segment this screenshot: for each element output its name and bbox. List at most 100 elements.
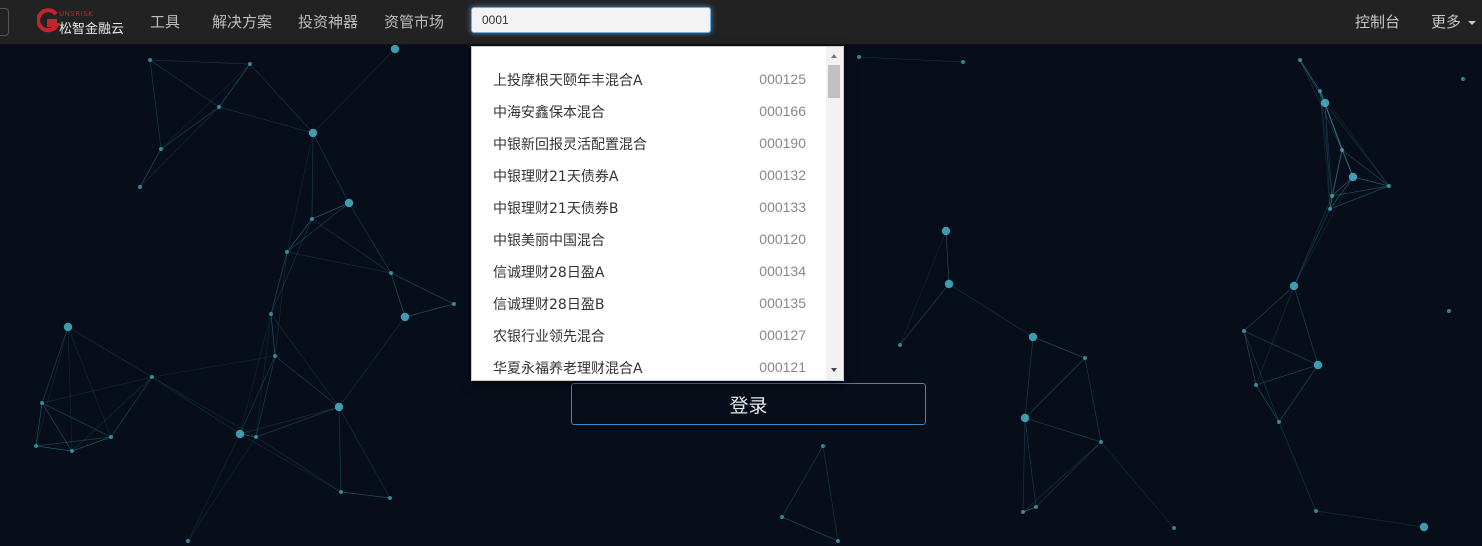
suggestion-item[interactable]: 中银理财21天债券A 000132	[472, 159, 824, 191]
nav-item-investment-tools[interactable]: 投资神器	[298, 11, 358, 32]
suggestion-item[interactable]: 信诚理财28日盈B 000135	[472, 287, 824, 319]
network-link	[1084, 357, 1102, 443]
caret-down-icon	[1468, 20, 1477, 25]
network-link	[270, 218, 313, 315]
nav-console-link[interactable]: 控制台	[1355, 11, 1400, 32]
search-suggestions-dropdown: 上投摩根天颐年丰混合A 000125 中海安鑫保本混合 000166 中银新回报灵活…	[471, 46, 844, 381]
network-link	[274, 251, 288, 357]
network-node	[1320, 98, 1330, 108]
network-node	[1172, 526, 1176, 530]
network-node	[1020, 413, 1030, 423]
network-link	[1299, 59, 1343, 151]
network-link	[312, 132, 350, 204]
network-link	[1299, 59, 1321, 92]
network-node	[308, 128, 318, 138]
network-link	[1278, 364, 1319, 423]
fund-code: 000133	[759, 199, 806, 215]
network-node	[1277, 420, 1281, 424]
network-link	[1100, 441, 1175, 529]
network-node	[63, 322, 73, 332]
network-link	[255, 355, 276, 438]
network-node	[1318, 89, 1322, 93]
network-link	[270, 313, 276, 357]
nav-more-dropdown[interactable]: 更多	[1431, 11, 1477, 32]
network-link	[390, 272, 455, 305]
network-link	[338, 406, 342, 493]
network-link	[945, 230, 950, 285]
fund-name: 中银美丽中国混合	[493, 233, 605, 249]
suggestion-item[interactable]: 中银理财21天债券B 000133	[472, 191, 824, 223]
suggestion-item[interactable]: 华夏永福养老理财混合A 000121	[472, 351, 824, 380]
network-node	[944, 279, 954, 289]
network-node	[109, 435, 113, 439]
network-node	[217, 105, 221, 109]
fund-name: 中银理财21天债券A	[493, 169, 619, 185]
network-node	[1034, 505, 1038, 509]
network-node	[836, 539, 840, 543]
network-node	[388, 496, 392, 500]
network-node	[1099, 440, 1103, 444]
network-link	[239, 406, 340, 435]
network-link	[187, 433, 241, 542]
brand-logo[interactable]: UNSRISK 松智金融云	[37, 8, 127, 37]
network-node	[1083, 356, 1087, 360]
network-link	[1255, 364, 1319, 386]
network-link	[255, 313, 272, 438]
sidebar-toggle-edge[interactable]	[0, 8, 9, 36]
network-node	[70, 449, 74, 453]
search-input[interactable]	[471, 7, 711, 33]
scroll-down-arrow-icon[interactable]	[831, 368, 837, 372]
fund-code: 000127	[759, 327, 806, 343]
network-link	[151, 355, 276, 378]
network-node	[334, 402, 344, 412]
nav-item-asset-market[interactable]: 资管市场	[384, 11, 444, 32]
network-link	[110, 376, 153, 438]
network-link	[67, 326, 153, 378]
network-link	[781, 516, 839, 542]
fund-name: 中银新回报灵活配置混合	[493, 137, 647, 153]
network-node	[273, 354, 277, 358]
network-link	[340, 491, 391, 499]
network-link	[187, 436, 257, 542]
network-node	[148, 58, 152, 62]
network-link	[41, 326, 69, 404]
nav-item-tools[interactable]: 工具	[150, 11, 180, 32]
network-link	[218, 63, 251, 108]
network-node	[34, 444, 38, 448]
network-link	[781, 445, 824, 518]
fund-code: 000135	[759, 295, 806, 311]
fund-name: 农银行业领先混合	[493, 329, 605, 345]
network-link	[151, 376, 257, 438]
suggestion-item[interactable]: 中银美丽中国混合 000120	[472, 223, 824, 255]
dropdown-scrollbar[interactable]	[826, 47, 843, 380]
suggestion-item[interactable]: 中海安鑫保本混合 000166	[472, 95, 824, 127]
network-link	[139, 148, 162, 188]
network-node	[269, 312, 273, 316]
network-link	[338, 406, 391, 499]
network-node	[248, 62, 252, 66]
scrollbar-thumb[interactable]	[828, 65, 840, 98]
suggestion-item[interactable]: 上投摩根天颐年丰混合A 000125	[472, 63, 824, 95]
nav-item-solutions[interactable]: 解决方案	[212, 11, 272, 32]
network-node	[1461, 77, 1465, 81]
network-node	[1340, 148, 1344, 152]
network-link	[311, 132, 314, 220]
scroll-up-arrow-icon[interactable]	[831, 54, 837, 58]
fund-name: 信诚理财28日盈B	[493, 297, 605, 313]
network-link	[1293, 285, 1319, 366]
network-link	[255, 406, 340, 438]
network-node	[1298, 58, 1302, 62]
suggestion-item[interactable]: 中银新回报灵活配置混合 000190	[472, 127, 824, 159]
login-button[interactable]: 登录	[571, 383, 926, 425]
network-link	[1293, 195, 1333, 287]
network-link	[1255, 285, 1295, 386]
network-link	[338, 316, 406, 408]
network-link	[948, 283, 1034, 338]
suggestion-item[interactable]: 信诚理财28日盈A 000134	[472, 255, 824, 287]
network-link	[139, 106, 220, 188]
network-link	[67, 326, 73, 452]
network-node	[961, 60, 965, 64]
network-link	[149, 59, 251, 65]
suggestion-item[interactable]: 农银行业领先混合 000127	[472, 319, 824, 351]
network-node	[1447, 309, 1451, 313]
